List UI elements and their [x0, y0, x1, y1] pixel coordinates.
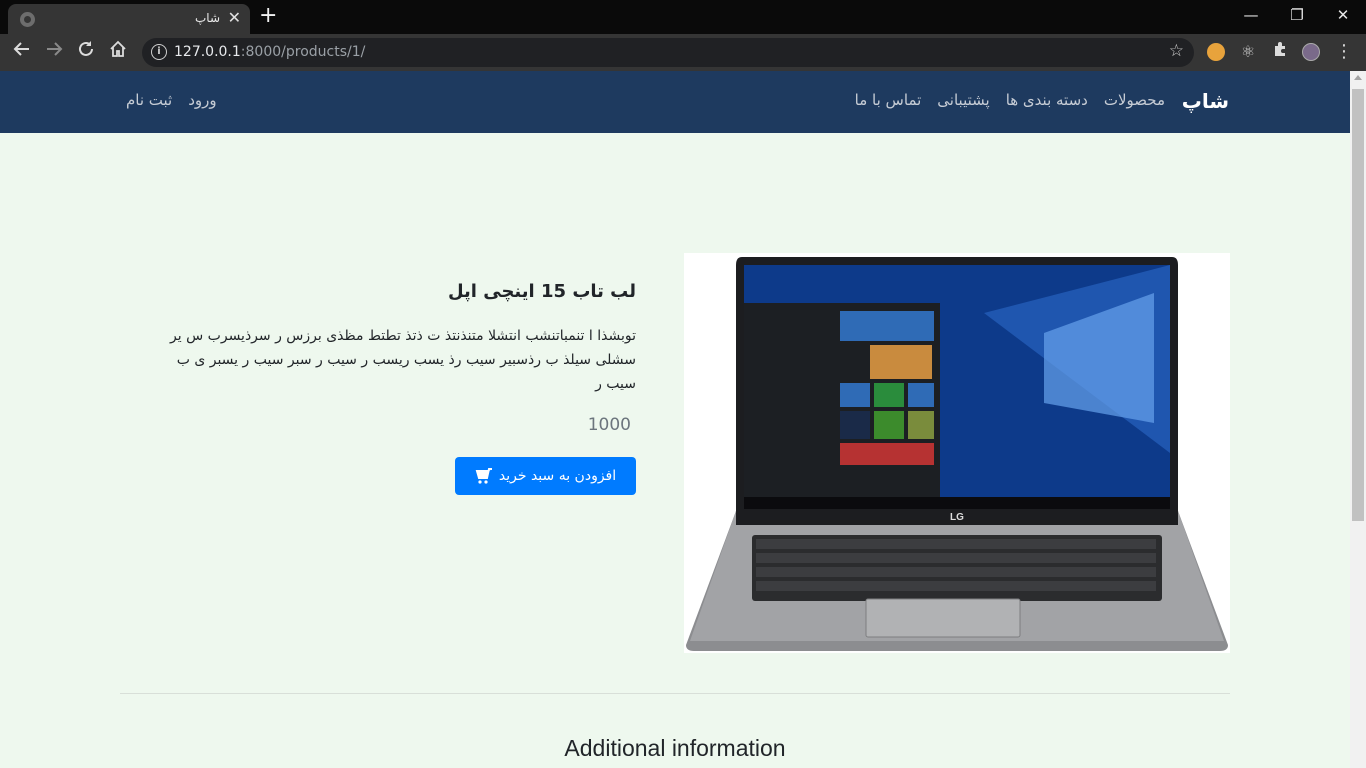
profile-avatar[interactable] — [1302, 43, 1320, 61]
browser-toolbar: i 127.0.0.1:8000/products/1/ ☆ ⚛ ⋮ — [0, 34, 1366, 71]
nav-login-link[interactable]: ورود — [188, 91, 216, 109]
menu-kebab-icon[interactable]: ⋮ — [1332, 40, 1356, 64]
product-price: 1000 — [587, 415, 631, 435]
nav-link-contact[interactable]: تماس با ما — [855, 91, 922, 109]
reload-icon[interactable] — [74, 40, 98, 64]
nav-link-categories[interactable]: دسته بندی ها — [1006, 91, 1088, 109]
additional-info-heading: Additional information — [564, 735, 786, 761]
add-to-cart-label: افزودن به سبد خرید — [498, 468, 617, 484]
new-tab-button[interactable]: + — [259, 4, 277, 28]
nav-link-products[interactable]: محصولات — [1104, 91, 1165, 109]
close-window-button[interactable]: ✕ — [1320, 4, 1366, 26]
nav-links: محصولات دسته بندی ها پشتیبانی تماس با ما — [855, 91, 1165, 109]
laptop-brand-logo: LG — [950, 512, 964, 523]
nav-register-link[interactable]: ثبت نام — [126, 91, 172, 109]
cart-icon — [475, 468, 492, 484]
product-description: توبشذا ا تنمباتنشب انتشلا متنذنتذ ت ذتذ … — [170, 328, 636, 392]
scroll-up-arrow-icon[interactable] — [1354, 75, 1362, 80]
back-icon[interactable] — [10, 40, 34, 64]
react-devtools-icon[interactable]: ⚛ — [1236, 40, 1260, 64]
globe-icon — [20, 12, 35, 27]
tab-close-icon[interactable]: ✕ — [228, 8, 241, 28]
extension-face-icon[interactable] — [1207, 43, 1225, 61]
site-navbar: شاپ محصولات دسته بندی ها پشتیبانی تماس ب… — [0, 71, 1350, 133]
home-icon[interactable] — [106, 40, 130, 64]
tab-title: شاپ — [194, 11, 220, 25]
page-scrollbar[interactable] — [1350, 71, 1366, 768]
url-text: 127.0.0.1:8000/products/1/ — [174, 44, 366, 60]
address-bar[interactable]: i 127.0.0.1:8000/products/1/ ☆ — [142, 38, 1194, 67]
section-divider — [120, 693, 1230, 694]
puzzle-extensions-icon[interactable] — [1268, 40, 1292, 64]
scrollbar-thumb[interactable] — [1352, 89, 1364, 521]
product-image: LG — [684, 253, 1230, 653]
restore-button[interactable]: ❐ — [1274, 4, 1320, 26]
browser-tab[interactable]: شاپ ✕ — [8, 4, 250, 34]
forward-icon[interactable] — [42, 40, 66, 64]
brand-logo[interactable]: شاپ — [1182, 89, 1229, 113]
minimize-button[interactable]: — — [1228, 4, 1274, 26]
nav-link-support[interactable]: پشتیبانی — [937, 91, 989, 109]
nav-auth: ورود ثبت نام — [126, 91, 217, 109]
page-viewport: شاپ محصولات دسته بندی ها پشتیبانی تماس ب… — [0, 71, 1350, 768]
bookmark-star-icon[interactable]: ☆ — [1169, 41, 1184, 61]
product-title: لب تاب 15 اینچی اپل — [447, 281, 636, 302]
browser-tabstrip: شاپ ✕ + — ❐ ✕ — [0, 0, 1366, 34]
info-icon[interactable]: i — [151, 44, 167, 60]
add-to-cart-button[interactable]: افزودن به سبد خرید — [455, 457, 636, 495]
